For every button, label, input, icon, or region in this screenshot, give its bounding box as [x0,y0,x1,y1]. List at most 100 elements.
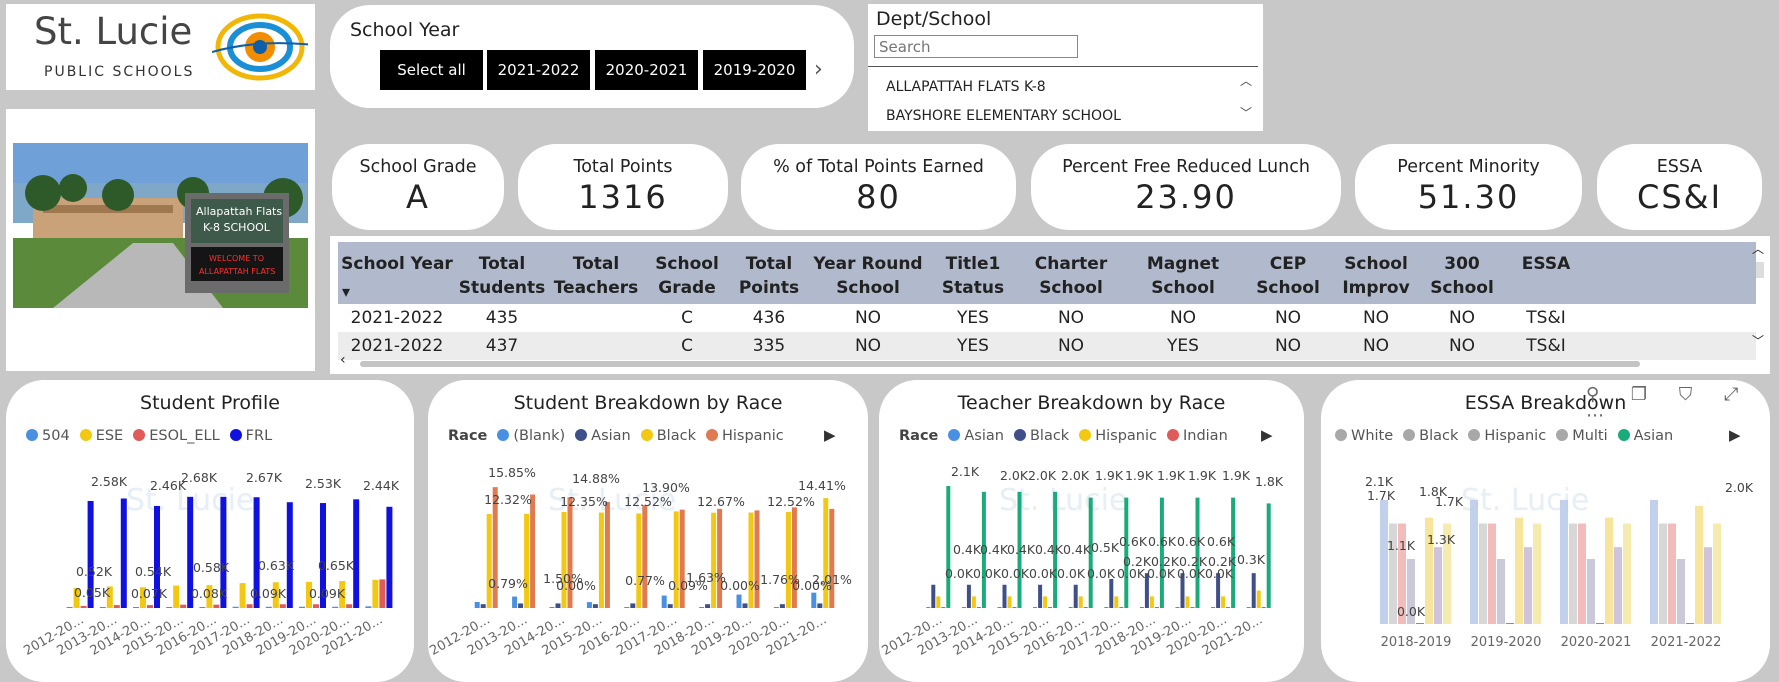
bar[interactable] [1488,523,1496,624]
bar[interactable] [661,595,667,608]
bar[interactable] [239,583,246,608]
bar[interactable] [512,596,518,608]
legend-item[interactable]: (Blank) [513,428,565,444]
legend-item[interactable]: White [1351,428,1393,444]
bar[interactable] [313,604,319,608]
scroll-down-icon[interactable]: ﹀ [1240,104,1252,121]
bar[interactable] [941,607,946,608]
legend-item[interactable]: Indian [1183,428,1228,444]
bar[interactable] [936,596,941,608]
bar[interactable] [1659,523,1667,624]
legend-item[interactable]: ESE [96,428,124,444]
bar[interactable] [66,607,73,608]
bar[interactable] [673,511,679,608]
bar[interactable] [1002,584,1007,608]
bar[interactable] [80,605,87,608]
column-header[interactable]: CEP School [1242,252,1334,300]
bar[interactable] [480,604,486,608]
year-2020-2021-button[interactable]: 2020-2021 [595,50,698,90]
dept-item[interactable]: ALLAPATTAH FLATS K-8 [886,79,1046,95]
bar[interactable] [667,604,673,608]
bar[interactable] [997,607,1002,608]
legend-item[interactable]: Hispanic [1484,428,1546,444]
bar[interactable] [180,604,187,608]
bar[interactable] [1226,607,1231,608]
bar[interactable] [961,607,966,608]
year-2021-2022-button[interactable]: 2021-2022 [487,50,590,90]
bar[interactable] [1154,607,1159,608]
bar[interactable] [1506,623,1514,624]
legend-item[interactable]: 504 [42,428,70,444]
bar[interactable] [1231,497,1236,608]
bar[interactable] [817,603,823,608]
bar[interactable] [630,603,636,608]
bar[interactable] [1012,607,1017,608]
bar[interactable] [926,607,931,608]
bar[interactable] [773,607,779,608]
column-header[interactable]: School Year [338,252,456,300]
vertical-scrollbar-thumb[interactable] [1756,262,1764,278]
sort-desc-icon[interactable]: ▾ [342,282,350,301]
scrollbar-thumb[interactable] [360,361,1640,367]
bar[interactable] [1587,559,1595,624]
chevron-right-icon[interactable]: › [814,57,823,82]
bar[interactable] [1686,623,1694,624]
bar[interactable] [1083,607,1088,608]
bar[interactable] [1038,584,1043,608]
bar[interactable] [1043,596,1048,608]
bar[interactable] [246,604,253,608]
table-row[interactable]: 2021-2022 437 C 335 NO YES NO YES NO NO NO TS&I [338,332,1756,360]
bar[interactable] [1159,497,1164,608]
bar[interactable] [736,594,742,608]
legend-next-icon[interactable]: ▶ [1261,426,1273,444]
bar[interactable] [785,511,791,608]
bar[interactable] [133,607,139,608]
bar[interactable] [113,605,120,608]
bar[interactable] [379,579,386,608]
bar[interactable] [636,513,642,608]
bar[interactable] [199,607,206,608]
bar[interactable] [213,604,220,608]
bar[interactable] [1261,607,1266,608]
legend-item[interactable]: Asian [964,428,1004,444]
legend-item[interactable]: Asian [591,428,631,444]
bar[interactable] [265,606,272,608]
legend-next-icon[interactable]: ▶ [1729,426,1741,444]
bar[interactable] [1221,596,1226,608]
bar[interactable] [1139,607,1144,608]
bar[interactable] [1211,607,1216,608]
bar[interactable] [931,584,936,608]
bar[interactable] [1596,623,1604,624]
bar[interactable] [829,508,835,608]
bar[interactable] [1073,584,1078,608]
bar[interactable] [1650,499,1658,624]
bar[interactable] [1007,596,1012,608]
bar[interactable] [1175,607,1180,608]
bar[interactable] [474,601,480,608]
bar[interactable] [679,509,685,608]
scroll-down-icon[interactable]: ﹀ [1752,332,1764,349]
legend-item[interactable]: Hispanic [1095,428,1157,444]
bar[interactable] [561,511,567,608]
visual-toolbar[interactable]: ⚲ ❐ ⛉ ⤢ ⋯ [1586,384,1779,426]
legend-item[interactable]: Black [1030,428,1069,444]
bar[interactable] [748,512,754,608]
table-row[interactable]: 2021-2022 435 C 436 NO YES NO NO NO NO NO TS&I [338,304,1756,332]
bar[interactable] [1149,596,1154,608]
bar[interactable] [1078,596,1083,608]
scroll-up-icon[interactable]: ︿ [1752,240,1764,257]
bar[interactable] [372,579,379,608]
bar[interactable] [346,604,353,608]
bar[interactable] [1109,578,1114,608]
horizontal-scrollbar[interactable]: ‹ [340,352,1748,368]
column-header[interactable]: Year Round School [808,252,928,300]
bar[interactable] [1713,523,1721,624]
bar[interactable] [332,606,339,608]
bar[interactable] [1114,596,1119,608]
bar[interactable] [717,508,723,608]
bar[interactable] [946,486,951,608]
bar[interactable] [1266,503,1271,608]
column-header[interactable]: Magnet School [1124,252,1242,300]
bar[interactable] [1033,607,1038,608]
bar[interactable] [642,505,648,608]
